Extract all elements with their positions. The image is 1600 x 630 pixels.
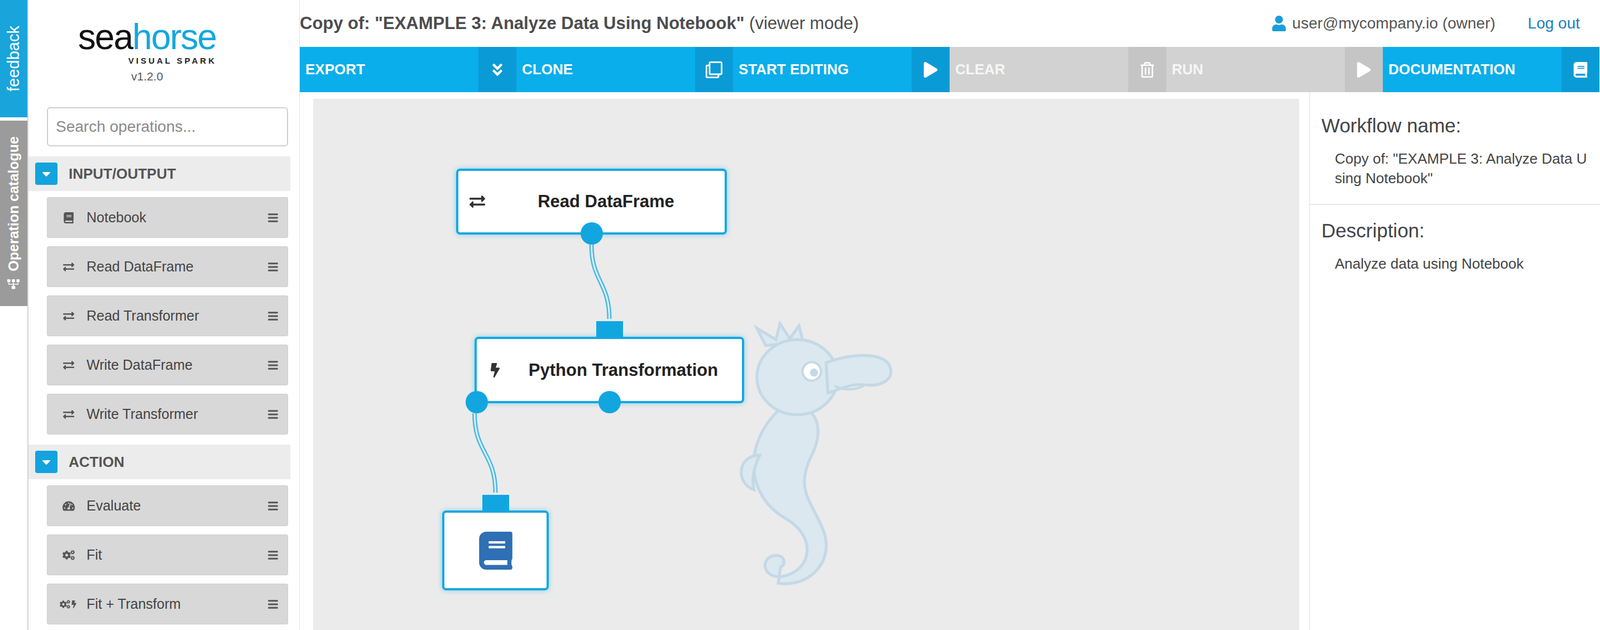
sitemap-icon	[7, 278, 21, 291]
menu-icon[interactable]	[267, 598, 279, 610]
toolbar-button[interactable]: CLEAR	[949, 46, 1167, 93]
seahorse-watermark-icon	[725, 321, 899, 595]
app: feedback Operation catalogue seahorseVISUA…	[0, 0, 1600, 630]
input-port[interactable]	[596, 321, 624, 338]
toolbar-button[interactable]: DOCUMENTATION	[1382, 46, 1600, 93]
operation-item[interactable]: Evaluate	[46, 485, 289, 526]
feedback-tab[interactable]: feedback	[0, 0, 28, 118]
link[interactable]	[474, 413, 496, 493]
link[interactable]	[591, 244, 610, 319]
bolt-icon	[487, 362, 503, 378]
gears-icon	[59, 598, 71, 610]
menu-icon[interactable]	[267, 212, 279, 224]
header: Copy of: "EXAMPLE 3: Analyze Data Using …	[299, 0, 1600, 47]
side-tab-label: feedback	[4, 25, 23, 92]
book-icon	[63, 212, 75, 224]
main: Copy of: "EXAMPLE 3: Analyze Data Using …	[299, 0, 1600, 630]
tagline: VISUAL SPARK	[128, 55, 217, 66]
operation-item[interactable]: Read Transformer	[46, 295, 289, 337]
operation-list: Notebook Read DataFrame Read Transformer Wr…	[28, 190, 300, 445]
caret-down-icon	[39, 454, 54, 469]
section-toggle[interactable]	[35, 450, 58, 473]
play-icon	[922, 61, 939, 78]
exchange-icon	[469, 193, 486, 210]
toolbar-button[interactable]: CLONE	[516, 46, 734, 93]
logo: seahorseVISUAL SPARK v1.2.0	[28, 0, 300, 101]
exchange-icon	[63, 310, 75, 322]
section-header[interactable]: ACTION	[28, 444, 291, 479]
catalogue-section: ACTION Evaluate Fit Fit + Transform	[28, 444, 300, 630]
output-port[interactable]	[598, 390, 621, 414]
workflow-node[interactable]: Read DataFrame	[456, 168, 727, 235]
output-port[interactable]	[580, 222, 603, 245]
input-port[interactable]	[482, 494, 510, 512]
toolbar-button[interactable]: EXPORT	[299, 46, 517, 93]
trash-icon	[1139, 61, 1156, 78]
brand: seahorse	[78, 18, 217, 55]
catalogue-tab[interactable]: Operation catalogue	[0, 120, 28, 306]
version: v1.2.0	[131, 69, 164, 84]
workflow-node[interactable]	[442, 510, 549, 591]
operation-item[interactable]: Fit + Transform	[46, 583, 289, 625]
toolbar: EXPORTCLONESTART EDITINGCLEARRUNDOCUMENT…	[299, 46, 1600, 93]
operation-item[interactable]: Notebook	[46, 197, 289, 238]
operation-item[interactable]: Read DataFrame	[46, 246, 289, 287]
play-icon	[1356, 61, 1372, 78]
toolbar-button[interactable]: START EDITING	[733, 46, 950, 93]
menu-icon[interactable]	[267, 261, 279, 273]
side-tab-label: Operation catalogue	[5, 136, 22, 291]
menu-icon[interactable]	[267, 500, 279, 512]
workflow-node[interactable]: Python Transformation	[474, 336, 745, 404]
menu-icon[interactable]	[267, 549, 279, 561]
notebook-icon	[476, 531, 515, 570]
workflow-name: Workflow name:Copy of: "EXAMPLE 3: Analy…	[1310, 114, 1600, 205]
operation-item[interactable]: Write DataFrame	[46, 344, 289, 386]
section-toggle[interactable]	[35, 162, 58, 185]
caret-down-icon	[39, 166, 54, 181]
workflow-canvas[interactable]: Read DataFrame Python Transformation	[313, 98, 1300, 630]
menu-icon[interactable]	[267, 408, 279, 420]
book-icon	[1572, 61, 1589, 78]
chevrons-down-icon	[489, 61, 506, 78]
operation-item[interactable]: Write Transformer	[46, 393, 289, 435]
exchange-icon	[63, 408, 75, 420]
exchange-icon	[63, 261, 75, 273]
menu-icon[interactable]	[267, 359, 279, 371]
user-icon	[1271, 15, 1287, 32]
logout-link[interactable]: Log out	[1527, 14, 1580, 33]
gears-icon	[62, 548, 75, 562]
sidebar: seahorseVISUAL SPARKv1.2.0INPUT/OUTPUTNo…	[28, 0, 300, 630]
bolt-icon	[70, 600, 78, 608]
side-tabs: feedback Operation catalogue	[0, 0, 29, 630]
operation-list: Evaluate Fit Fit + Transform	[28, 478, 300, 630]
toolbar-button[interactable]: RUN	[1166, 46, 1383, 93]
workflow-description: Description:Analyze data using Notebook	[1310, 219, 1600, 290]
clone-icon	[705, 61, 723, 79]
output-port[interactable]	[465, 390, 488, 414]
catalogue-section: INPUT/OUTPUT Notebook Read DataFrame Read T…	[28, 156, 300, 445]
properties-panel: Workflow name:Copy of: "EXAMPLE 3: Analy…	[1309, 92, 1600, 630]
menu-icon[interactable]	[267, 310, 279, 322]
gauge-icon	[62, 499, 75, 512]
search-input[interactable]	[46, 107, 289, 147]
workflow-title: Copy of: "EXAMPLE 3: Analyze Data Using …	[299, 13, 859, 34]
user-box: user@mycompany.io (owner)Log out	[1271, 14, 1580, 33]
section-header[interactable]: INPUT/OUTPUT	[28, 156, 291, 191]
content: Read DataFrame Python Transformation Workf…	[299, 92, 1600, 630]
operation-item[interactable]: Fit	[46, 534, 289, 576]
exchange-icon	[63, 359, 75, 371]
